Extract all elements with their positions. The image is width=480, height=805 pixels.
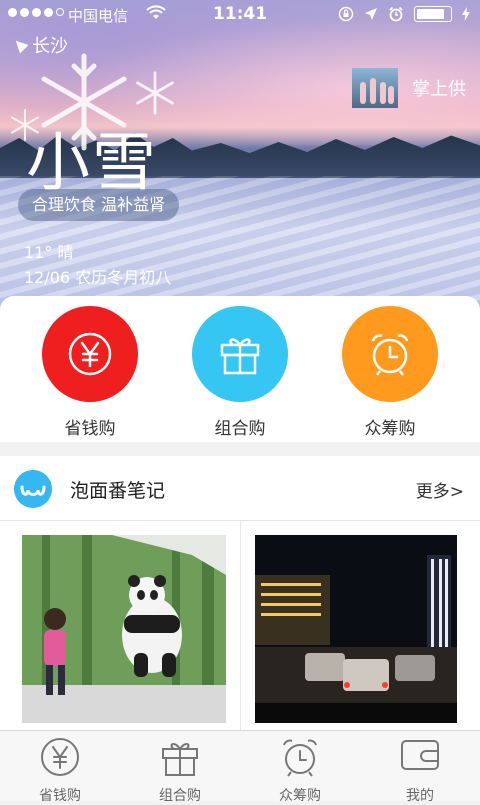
tab-crowdfund[interactable]: 众筹购 (240, 735, 360, 805)
battery-icon (414, 6, 452, 22)
tab-label: 组合购 (159, 788, 201, 804)
location-arrow-icon (365, 8, 377, 20)
noodle-logo-icon (14, 470, 52, 508)
vendor-thumbnail (352, 68, 398, 108)
quick-entry-save[interactable]: 省钱购 (30, 306, 150, 439)
yen-coin-icon (42, 306, 138, 402)
weather-info: 11° 晴 12/06 农历冬月初八 (24, 240, 171, 290)
temperature-line: 11° 晴 (24, 243, 74, 262)
yen-coin-icon (41, 738, 79, 776)
quick-entry-label: 众筹购 (364, 419, 416, 439)
charging-bolt-icon (462, 7, 470, 21)
tab-mine[interactable]: 我的 (360, 735, 480, 805)
wallet-icon (401, 740, 439, 770)
gift-box-icon (162, 742, 198, 776)
section-header: 泡面番笔记 更多> (0, 456, 480, 521)
quick-entry-bundle[interactable]: 组合购 (180, 306, 300, 439)
post-photo-night-street[interactable] (255, 535, 457, 723)
section-title: 泡面番笔记 (70, 480, 166, 502)
snowflake-icon (136, 71, 174, 115)
bottom-tab-bar: 省钱购 组合购 众筹购 我的 (0, 730, 480, 804)
tab-label: 省钱购 (39, 788, 81, 804)
vendor-label: 掌上供 (412, 79, 466, 100)
gift-box-icon (192, 306, 288, 402)
quick-entry-panel: 省钱购 组合购 众筹购 (0, 296, 480, 442)
column-divider (240, 521, 241, 730)
orientation-lock-icon (338, 6, 354, 22)
quick-entry-crowdfund[interactable]: 众筹购 (330, 306, 450, 439)
tab-label: 我的 (406, 788, 434, 804)
alarm-icon (389, 6, 403, 22)
quick-entry-label: 省钱购 (64, 419, 116, 439)
health-tip-badge: 合理饮食 温补益肾 (18, 189, 180, 221)
alarm-clock-icon (342, 306, 438, 402)
weather-hero: 中国电信 11:41 长沙 小雪 掌上供 合理饮食 温补益肾 11° 晴 12/… (0, 0, 480, 318)
tab-label: 众筹购 (279, 788, 321, 804)
vendor-entry[interactable]: 掌上供 (352, 68, 466, 108)
date-line: 12/06 农历冬月初八 (24, 268, 172, 287)
quick-entry-label: 组合购 (214, 419, 266, 439)
location-arrow-icon (11, 36, 29, 54)
more-link[interactable]: 更多> (416, 477, 464, 502)
notes-section: 泡面番笔记 更多> (0, 456, 480, 730)
tab-bundle[interactable]: 组合购 (120, 735, 240, 805)
status-bar: 中国电信 11:41 (0, 0, 480, 30)
post-photo-panda[interactable] (22, 535, 226, 723)
alarm-clock-icon (283, 739, 317, 777)
tab-save[interactable]: 省钱购 (0, 735, 120, 805)
